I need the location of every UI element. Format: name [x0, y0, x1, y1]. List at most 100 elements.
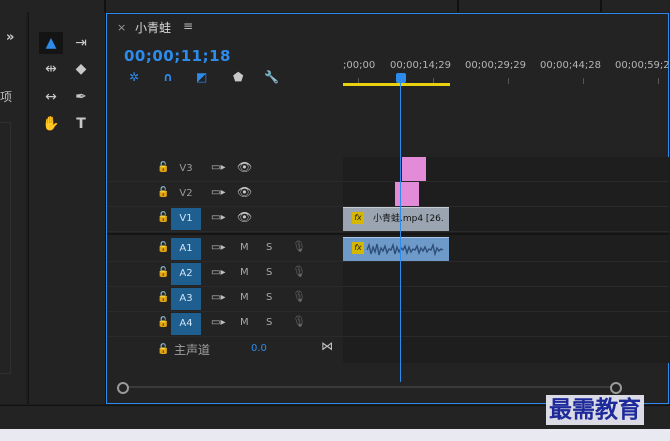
lane-divider: [343, 286, 669, 287]
eye-icon[interactable]: 👁: [237, 160, 252, 174]
solo-button[interactable]: S: [266, 267, 272, 278]
footer-strip: [0, 429, 670, 441]
track-header-a1: 🔓 A1 ▭▸ M S 🎙: [107, 237, 343, 262]
scrollbar-left-handle[interactable]: [117, 382, 129, 394]
sync-lock-icon[interactable]: ▭▸: [211, 162, 225, 173]
microphone-icon[interactable]: 🎙: [292, 265, 306, 278]
playhead-line[interactable]: [400, 80, 401, 382]
track-name[interactable]: A4: [171, 313, 201, 335]
panel-menu-icon[interactable]: ≡: [183, 19, 193, 33]
ripple-edit-tool-icon[interactable]: ⇹: [39, 58, 63, 80]
close-sequence-icon[interactable]: ×: [117, 21, 126, 34]
project-panel-label: 项: [0, 90, 13, 104]
add-marker-icon[interactable]: ⬟: [233, 70, 243, 84]
lock-icon[interactable]: 🔓: [157, 317, 169, 328]
track-header-a3: 🔓 A3 ▭▸ M S 🎙: [107, 287, 343, 312]
panel-divider: [600, 0, 602, 12]
audio-waveform: [366, 242, 444, 257]
sync-lock-icon[interactable]: ▭▸: [211, 292, 225, 303]
mute-button[interactable]: M: [240, 242, 249, 253]
video-clip-v1[interactable]: fx 小青蛙.mp4 [26.: [343, 207, 449, 231]
ruler-label: ;00;00: [343, 60, 376, 71]
ruler-tick: [508, 78, 509, 84]
mute-button[interactable]: M: [240, 292, 249, 303]
track-name[interactable]: A1: [171, 238, 201, 260]
microphone-icon[interactable]: 🎙: [292, 240, 306, 253]
track-name[interactable]: V3: [171, 158, 201, 180]
lane-divider: [343, 231, 669, 232]
track-name[interactable]: V2: [171, 183, 201, 205]
scrollbar-track[interactable]: [125, 386, 615, 388]
fx-badge: fx: [352, 212, 364, 224]
lock-icon[interactable]: 🔓: [157, 267, 169, 278]
track-header-v1: 🔓 V1 ▭▸ 👁: [107, 207, 343, 232]
audio-clip-a1[interactable]: fx: [343, 237, 449, 261]
track-name[interactable]: A2: [171, 263, 201, 285]
track-headers: 🔓 V3 ▭▸ 👁 🔓 V2 ▭▸ 👁 🔓 V1 ▭▸ 👁 🔓 A1 ▭▸ M …: [107, 157, 669, 363]
slip-tool-icon[interactable]: ↔: [39, 86, 63, 108]
timeline-panel: × 小青蛙 ≡ 00;00;11;18 ✲ ∩ ◩ ⬟ 🔧 ;00;00 00;…: [106, 13, 670, 404]
expand-panels-icon[interactable]: »: [6, 30, 14, 45]
tools-panel: ▲ ⇥ ⇹ ◆ ↔ ✒ ✋ T: [28, 12, 106, 404]
microphone-icon[interactable]: 🎙: [292, 315, 306, 328]
lock-icon[interactable]: 🔓: [157, 242, 169, 253]
solo-button[interactable]: S: [266, 317, 272, 328]
project-panel: » 项: [0, 12, 26, 404]
hand-tool-icon[interactable]: ✋: [39, 113, 63, 135]
microphone-icon[interactable]: 🎙: [292, 290, 306, 303]
eye-icon[interactable]: 👁: [237, 185, 252, 199]
track-name[interactable]: A3: [171, 288, 201, 310]
video-clip-v3[interactable]: [402, 157, 426, 181]
lock-icon[interactable]: 🔓: [157, 187, 169, 198]
sync-lock-icon[interactable]: ▭▸: [211, 187, 225, 198]
razor-tool-icon[interactable]: ◆: [69, 58, 93, 80]
master-track-label: 主声道: [174, 343, 211, 357]
solo-button[interactable]: S: [266, 292, 272, 303]
playhead-timecode[interactable]: 00;00;11;18: [124, 47, 231, 65]
linked-selection-icon[interactable]: ◩: [196, 70, 207, 84]
sync-lock-icon[interactable]: ▭▸: [211, 242, 225, 253]
horizontal-zoom-scrollbar[interactable]: [117, 382, 662, 394]
video-clip-v2[interactable]: [395, 182, 419, 206]
work-area-bar[interactable]: [343, 83, 450, 86]
lock-icon[interactable]: 🔓: [157, 292, 169, 303]
track-name[interactable]: V1: [171, 208, 201, 230]
clip-name: 小青蛙.mp4 [26.: [373, 214, 444, 224]
track-header-a4: 🔓 A4 ▭▸ M S 🎙: [107, 312, 343, 337]
snap-icon[interactable]: ∩: [163, 70, 173, 84]
type-tool-icon[interactable]: T: [69, 113, 93, 135]
scrollbar-right-handle[interactable]: [610, 382, 622, 394]
nest-sequence-icon[interactable]: ✲: [129, 70, 139, 84]
track-select-tool-icon[interactable]: ⇥: [69, 32, 93, 54]
ruler-label: 00;00;44;28: [540, 60, 602, 71]
eye-icon[interactable]: 👁: [237, 210, 252, 224]
wrench-icon[interactable]: 🔧: [264, 70, 279, 84]
sync-lock-icon[interactable]: ▭▸: [211, 267, 225, 278]
panel-divider: [457, 0, 459, 12]
lock-icon[interactable]: 🔓: [157, 162, 169, 173]
mute-button[interactable]: M: [240, 317, 249, 328]
solo-button[interactable]: S: [266, 242, 272, 253]
ruler-tick: [583, 78, 584, 84]
lane-divider: [343, 311, 669, 312]
project-bin-area: [0, 122, 11, 374]
lane-divider: [343, 181, 669, 182]
ruler-label: 00;00;29;29: [465, 60, 527, 71]
selection-tool-icon[interactable]: ▲: [39, 32, 63, 54]
video-audio-divider[interactable]: [107, 233, 669, 235]
track-header-v3: 🔓 V3 ▭▸ 👁: [107, 157, 343, 182]
mute-button[interactable]: M: [240, 267, 249, 278]
sync-lock-icon[interactable]: ▭▸: [211, 212, 225, 223]
lock-icon[interactable]: 🔓: [157, 212, 169, 223]
master-volume-value[interactable]: 0.0: [251, 343, 267, 354]
go-to-end-icon[interactable]: ⋈: [321, 339, 333, 353]
pen-tool-icon[interactable]: ✒: [69, 86, 93, 108]
ruler-tick: [658, 78, 659, 84]
panel-divider: [104, 0, 106, 12]
lock-icon[interactable]: 🔓: [157, 344, 169, 355]
playhead-handle[interactable]: [396, 73, 406, 83]
watermark-logo: 最需教育: [546, 395, 644, 425]
sequence-tab-title[interactable]: 小青蛙: [135, 19, 171, 36]
sync-lock-icon[interactable]: ▭▸: [211, 317, 225, 328]
lane-divider: [343, 261, 669, 262]
